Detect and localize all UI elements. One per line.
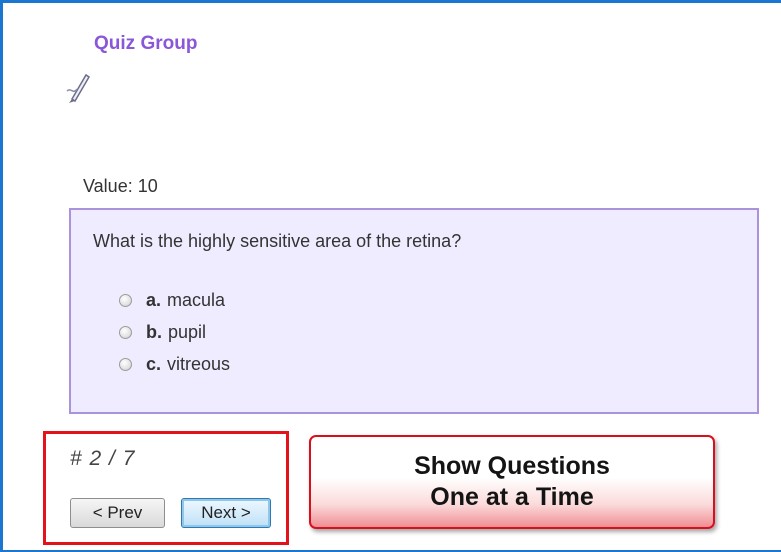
- option-letter: c.: [146, 353, 162, 374]
- radio-option-c[interactable]: [119, 357, 132, 371]
- callout-line-1: Show Questions: [414, 452, 610, 480]
- option-a[interactable]: a. macula: [119, 284, 230, 316]
- question-counter: # 2 / 7: [70, 447, 136, 470]
- question-value: Value: 10: [83, 176, 158, 196]
- callout-banner: Show Questions One at a Time: [309, 435, 715, 529]
- radio-option-b[interactable]: [119, 325, 132, 339]
- option-letter: b.: [146, 321, 162, 342]
- option-text: macula: [167, 289, 226, 310]
- radio-option-a[interactable]: [119, 293, 132, 307]
- answer-options: a. macula b. pupil c. vitreous: [119, 284, 230, 380]
- quiz-frame: Quiz Group Value: 10 What is the highly …: [0, 0, 781, 552]
- question-text: What is the highly sensitive area of the…: [93, 231, 462, 251]
- option-c[interactable]: c. vitreous: [119, 348, 230, 380]
- option-letter: a.: [146, 289, 162, 310]
- question-panel: What is the highly sensitive area of the…: [69, 208, 759, 414]
- quiz-group-title: Quiz Group: [94, 33, 198, 54]
- option-text: pupil: [168, 321, 207, 342]
- callout-line-2: One at a Time: [430, 483, 594, 511]
- option-b[interactable]: b. pupil: [119, 316, 230, 348]
- navigation-highlight-box: # 2 / 7 < Prev Next >: [43, 431, 289, 545]
- pen-icon[interactable]: [63, 69, 93, 105]
- next-button[interactable]: Next >: [181, 498, 271, 528]
- prev-button[interactable]: < Prev: [70, 498, 165, 528]
- option-text: vitreous: [167, 353, 231, 374]
